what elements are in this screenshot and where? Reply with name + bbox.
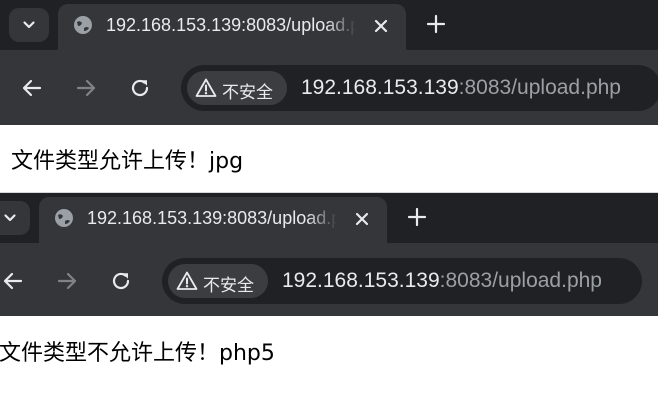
close-icon[interactable] bbox=[351, 208, 373, 230]
active-tab[interactable]: 192.168.153.139:8083/upload.php bbox=[39, 197, 387, 243]
tab-search-button[interactable] bbox=[0, 201, 30, 235]
upload-result-message: 文件类型不允许上传！php5 bbox=[0, 341, 275, 366]
tab-title: 192.168.153.139:8083/upload.php bbox=[106, 15, 356, 35]
plus-icon[interactable] bbox=[406, 206, 428, 228]
toolbar: 不安全 192.168.153.139:8083/upload.php bbox=[0, 243, 658, 316]
globe-icon bbox=[74, 16, 92, 34]
url-host: 192.168.153.139 bbox=[282, 269, 440, 292]
globe-icon bbox=[55, 209, 73, 227]
tab-strip: 192.168.153.139:8083/upload.php bbox=[0, 0, 658, 50]
toolbar: 不安全 192.168.153.139:8083/upload.php bbox=[0, 50, 658, 125]
security-label: 不安全 bbox=[222, 83, 273, 103]
warning-icon bbox=[176, 271, 198, 290]
tab-title: 192.168.153.139:8083/upload.php bbox=[87, 208, 337, 228]
security-label: 不安全 bbox=[203, 276, 254, 296]
reload-icon[interactable] bbox=[109, 269, 133, 293]
close-icon[interactable] bbox=[370, 15, 392, 37]
browser-window-2: 192.168.153.139:8083/upload.php 不安全 192.… bbox=[0, 193, 658, 417]
chevron-down-icon bbox=[23, 21, 35, 29]
address-bar[interactable]: 不安全 192.168.153.139:8083/upload.php bbox=[162, 258, 642, 304]
page-content: 文件类型不允许上传！php5 bbox=[0, 316, 658, 417]
arrow-left-icon[interactable] bbox=[20, 76, 44, 100]
url-path: :8083/upload.php bbox=[439, 269, 602, 292]
reload-icon[interactable] bbox=[128, 76, 152, 100]
url-text[interactable]: 192.168.153.139:8083/upload.php bbox=[301, 76, 621, 100]
chevron-down-icon bbox=[4, 214, 16, 222]
arrow-right-icon[interactable] bbox=[74, 76, 98, 100]
tab-search-button[interactable] bbox=[9, 8, 49, 42]
url-text[interactable]: 192.168.153.139:8083/upload.php bbox=[282, 269, 602, 293]
tab-strip: 192.168.153.139:8083/upload.php bbox=[0, 193, 658, 243]
browser-window-1: 192.168.153.139:8083/upload.php 不安全 192.… bbox=[0, 0, 658, 193]
arrow-left-icon[interactable] bbox=[1, 269, 25, 293]
plus-icon[interactable] bbox=[425, 13, 447, 35]
page-content: 文件类型允许上传！jpg bbox=[0, 125, 658, 193]
url-path: :8083/upload.php bbox=[458, 76, 621, 99]
security-chip[interactable]: 不安全 bbox=[168, 264, 268, 298]
upload-result-message: 文件类型允许上传！jpg bbox=[11, 149, 244, 174]
active-tab[interactable]: 192.168.153.139:8083/upload.php bbox=[58, 4, 406, 50]
url-host: 192.168.153.139 bbox=[301, 76, 459, 99]
warning-icon bbox=[195, 78, 217, 97]
security-chip[interactable]: 不安全 bbox=[187, 71, 287, 105]
arrow-right-icon[interactable] bbox=[55, 269, 79, 293]
address-bar[interactable]: 不安全 192.168.153.139:8083/upload.php bbox=[181, 65, 658, 111]
